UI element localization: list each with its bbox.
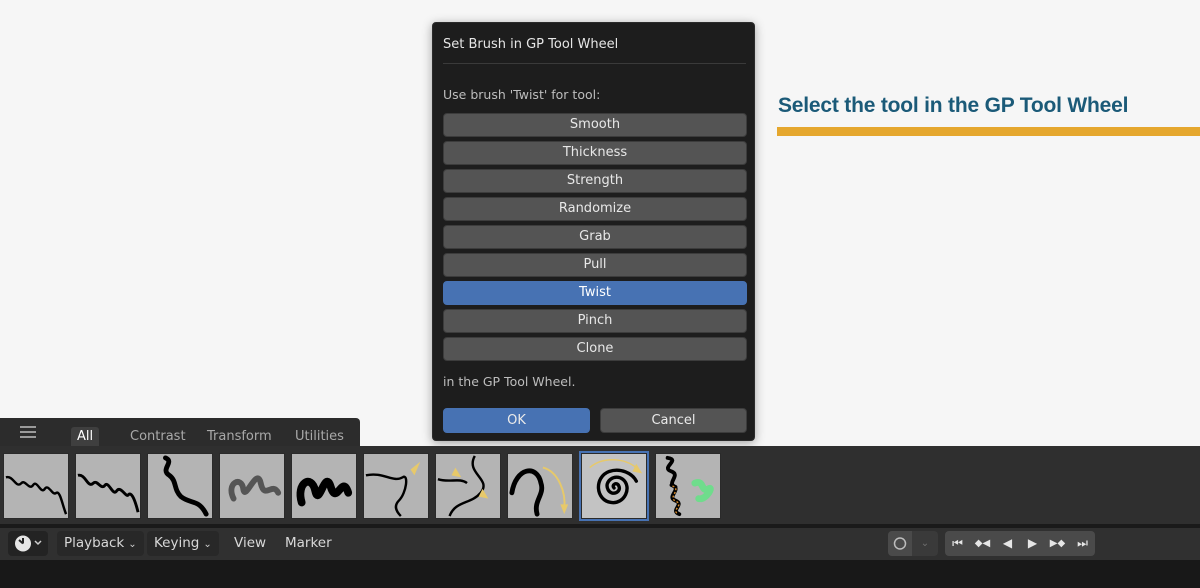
ok-button[interactable]: OK <box>443 408 590 433</box>
marker-menu[interactable]: Marker <box>278 531 339 556</box>
dialog-suffix: in the GP Tool Wheel. <box>443 374 576 389</box>
callout-title: Select the tool in the GP Tool Wheel <box>778 94 1129 117</box>
grab-brush-icon[interactable] <box>291 453 357 519</box>
snap-dropdown[interactable]: ⌄ <box>912 531 938 556</box>
dialog-prompt: Use brush 'Twist' for tool: <box>443 87 601 102</box>
hamburger-icon[interactable] <box>20 426 36 438</box>
next-keyframe-icon[interactable]: ▶◆ <box>1045 531 1070 556</box>
cancel-button[interactable]: Cancel <box>600 408 747 433</box>
asset-shelf-tab-bar: All Contrast Transform Utilities <box>0 418 360 449</box>
tool-option-pinch[interactable]: Pinch <box>443 309 747 333</box>
tool-option-grab[interactable]: Grab <box>443 225 747 249</box>
timeline-header: Playback ⌄ Keying ⌄ View Marker ⌄ ⏮ ◆◀ ◀ ▶… <box>0 528 1200 560</box>
tool-option-clone[interactable]: Clone <box>443 337 747 361</box>
callout-underline <box>777 127 1200 136</box>
clock-icon <box>15 535 42 552</box>
tool-option-smooth[interactable]: Smooth <box>443 113 747 137</box>
twist-brush-icon[interactable] <box>579 451 649 521</box>
dialog-title: Set Brush in GP Tool Wheel <box>443 37 619 52</box>
asset-shelf <box>0 446 1200 524</box>
thickness-brush-icon[interactable] <box>75 453 141 519</box>
clone-brush-icon[interactable] <box>655 453 721 519</box>
tool-option-thickness[interactable]: Thickness <box>443 141 747 165</box>
timeline-area[interactable] <box>0 560 1200 588</box>
chevron-down-icon: ⌄ <box>128 539 137 550</box>
pull-brush-icon[interactable] <box>363 453 429 519</box>
keying-menu-label: Keying <box>154 535 200 551</box>
dialog-divider <box>443 63 746 64</box>
tool-option-strength[interactable]: Strength <box>443 169 747 193</box>
set-brush-dialog: Set Brush in GP Tool Wheel Use brush 'Tw… <box>432 22 755 441</box>
jump-to-start-icon[interactable]: ⏮ <box>945 531 970 556</box>
snap-toggle[interactable] <box>888 531 912 556</box>
playback-menu-label: Playback <box>64 535 125 551</box>
randomize-brush-icon[interactable] <box>219 453 285 519</box>
view-menu[interactable]: View <box>227 531 273 556</box>
play-icon[interactable]: ▶ <box>1020 531 1045 556</box>
circle-icon <box>893 537 907 550</box>
strength-brush-icon[interactable] <box>147 453 213 519</box>
playback-menu[interactable]: Playback ⌄ <box>57 531 144 556</box>
previous-keyframe-icon[interactable]: ◆◀ <box>970 531 995 556</box>
tool-option-twist[interactable]: Twist <box>443 281 747 305</box>
smooth-brush-icon[interactable] <box>3 453 69 519</box>
chevron-down-icon: ⌄ <box>203 539 212 550</box>
editor-type-button[interactable] <box>8 531 48 556</box>
play-reverse-icon[interactable]: ◀ <box>995 531 1020 556</box>
pinch-brush-icon[interactable] <box>435 453 501 519</box>
keying-menu[interactable]: Keying ⌄ <box>147 531 219 556</box>
push-brush-icon[interactable] <box>507 453 573 519</box>
jump-to-end-icon[interactable]: ⏭ <box>1070 531 1095 556</box>
tool-option-pull[interactable]: Pull <box>443 253 747 277</box>
tool-option-randomize[interactable]: Randomize <box>443 197 747 221</box>
